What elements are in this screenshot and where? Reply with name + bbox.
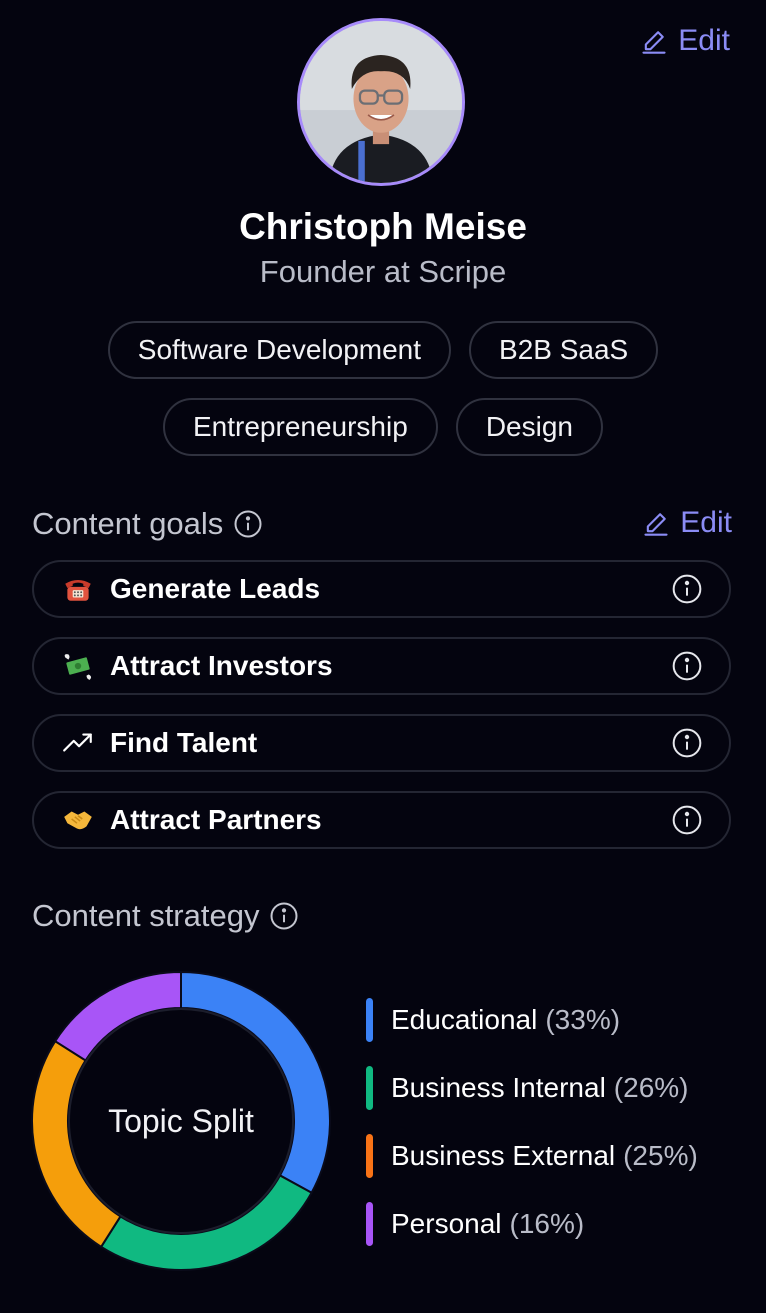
content-goals-title: Content goals: [32, 506, 224, 541]
chart-legend: Educational (33%) Business Internal (26%…: [366, 998, 698, 1270]
legend-item: Educational (33%): [366, 998, 698, 1042]
profile-name: Christoph Meise: [239, 206, 527, 247]
tag-software-development[interactable]: Software Development: [107, 321, 452, 379]
profile-photo: [300, 21, 462, 183]
content-goals-list: Generate Leads Attract Investors Find Ta…: [32, 560, 731, 868]
legend-item: Personal (16%): [366, 1202, 698, 1246]
legend-name: Business Internal: [391, 1072, 606, 1103]
edit-goals-label: Edit: [680, 506, 732, 539]
content-strategy-title: Content strategy: [32, 898, 260, 933]
info-icon[interactable]: [671, 573, 703, 605]
goal-label: Attract Investors: [110, 650, 333, 681]
goal-attract-investors[interactable]: Attract Investors: [32, 637, 731, 695]
tags-row: Software Development B2B SaaS: [0, 321, 766, 379]
tag-entrepreneurship[interactable]: Entrepreneurship: [163, 398, 438, 456]
legend-name: Educational: [391, 1004, 538, 1035]
profile-role: Founder at Scripe: [259, 254, 507, 289]
legend-name: Personal: [391, 1208, 502, 1239]
info-icon[interactable]: [233, 509, 263, 539]
legend-color-bar: [366, 998, 373, 1042]
edit-goals-link[interactable]: Edit: [642, 506, 732, 540]
info-icon[interactable]: [269, 901, 299, 931]
info-icon[interactable]: [671, 727, 703, 759]
goal-find-talent[interactable]: Find Talent: [32, 714, 731, 772]
legend-percentage: (25%): [623, 1140, 698, 1171]
tags-row: Entrepreneurship Design: [0, 398, 766, 456]
content-goals-heading: Content goals: [32, 506, 263, 542]
legend-color-bar: [366, 1134, 373, 1178]
goal-label: Generate Leads: [110, 573, 321, 604]
tag-design[interactable]: Design: [455, 398, 603, 456]
money-with-wings-icon: [60, 648, 96, 684]
legend-item: Business External (25%): [366, 1134, 698, 1178]
donut-hole: [68, 1008, 294, 1234]
info-icon[interactable]: [671, 650, 703, 682]
handshake-icon: [60, 802, 96, 838]
legend-name: Business External: [391, 1140, 616, 1171]
goal-label: Attract Partners: [110, 804, 322, 835]
legend-color-bar: [366, 1202, 373, 1246]
avatar: [297, 18, 465, 186]
legend-percentage: (33%): [545, 1004, 621, 1035]
tag-b2b-saas[interactable]: B2B SaaS: [469, 321, 659, 379]
goal-generate-leads[interactable]: Generate Leads: [32, 560, 731, 618]
info-icon[interactable]: [671, 804, 703, 836]
telephone-icon: [60, 571, 96, 607]
edit-profile-link[interactable]: Edit: [640, 24, 730, 58]
topic-split-donut-chart: [31, 970, 331, 1271]
legend-item: Business Internal (26%): [366, 1066, 698, 1110]
goal-attract-partners[interactable]: Attract Partners: [32, 791, 731, 849]
content-strategy-heading: Content strategy: [32, 898, 299, 934]
goal-label: Find Talent: [110, 727, 258, 758]
trending-up-icon: [60, 725, 96, 761]
legend-percentage: (26%): [613, 1072, 689, 1103]
pencil-icon: [642, 31, 666, 54]
legend-color-bar: [366, 1066, 373, 1110]
edit-profile-label: Edit: [678, 24, 730, 57]
legend-percentage: (16%): [509, 1208, 585, 1239]
pencil-icon: [644, 513, 668, 536]
